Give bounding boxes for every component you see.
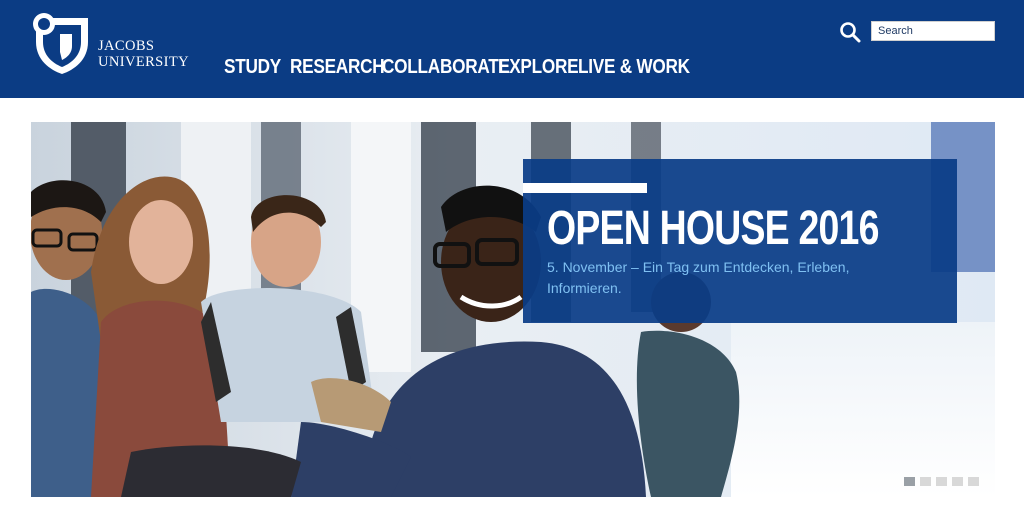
nav-item-research[interactable]: RESEARCH [290,52,385,82]
university-shield-icon [33,13,88,74]
hero-slider[interactable]: OPEN HOUSE 2016 5. November – Ein Tag zu… [31,122,995,497]
search-input[interactable] [871,21,995,41]
jacobs-university-logo[interactable]: JACOBS UNIVERSITY [30,12,205,74]
site-header: JACOBS UNIVERSITY STUDY RESEARCH COLLABO… [0,0,1024,98]
slider-dot-3[interactable] [936,477,947,486]
promo-subtitle: 5. November – Ein Tag zum Entdecken, Erl… [547,259,850,296]
logo-text: JACOBS UNIVERSITY [98,38,189,70]
search-icon[interactable] [838,20,862,44]
promo-accent-bar [523,183,647,193]
slider-dot-5[interactable] [968,477,979,486]
nav-item-study[interactable]: STUDY [224,52,281,82]
main-navigation: STUDY RESEARCH COLLABORATE EXPLORE LIVE … [224,52,690,82]
slider-dot-4[interactable] [952,477,963,486]
nav-item-explore[interactable]: EXPLORE [498,52,579,82]
slider-pagination [904,477,979,486]
slider-dot-2[interactable] [920,477,931,486]
logo-line-1: JACOBS [98,38,155,54]
logo-line-2: UNIVERSITY [98,54,189,70]
open-house-promo-panel[interactable]: OPEN HOUSE 2016 5. November – Ein Tag zu… [523,159,957,323]
nav-item-collaborate[interactable]: COLLABORATE [382,52,510,82]
promo-title: OPEN HOUSE 2016 [547,202,879,255]
slider-dot-1[interactable] [904,477,915,486]
nav-item-live-work[interactable]: LIVE & WORK [578,52,690,82]
